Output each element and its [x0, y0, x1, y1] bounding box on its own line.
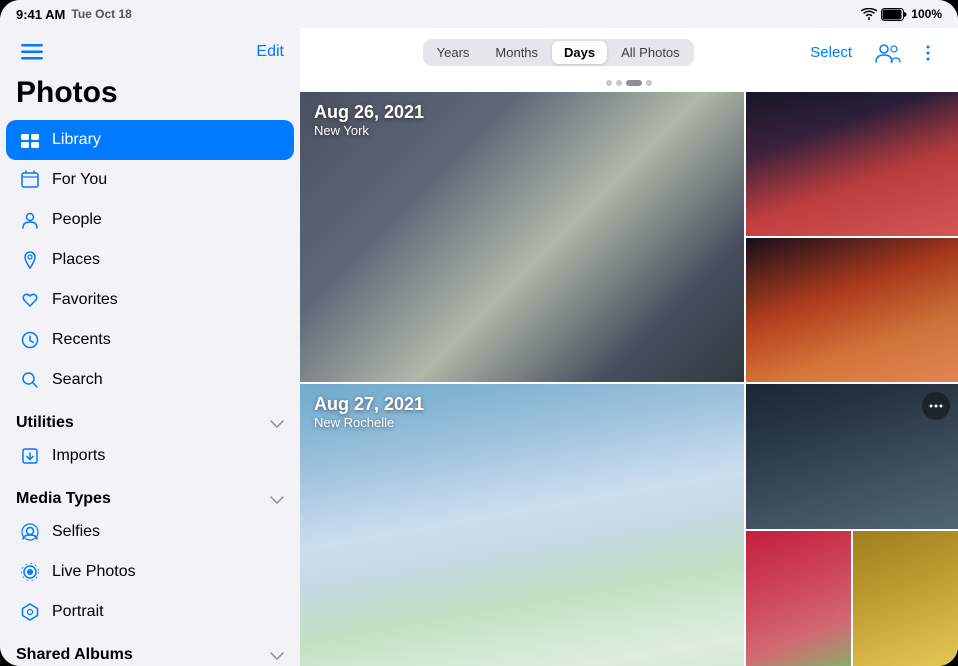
- sidebar-toggle-button[interactable]: [16, 36, 48, 68]
- utilities-section-header[interactable]: Utilities: [0, 400, 300, 436]
- photo-grid[interactable]: Aug 26, 2021 New York: [300, 92, 958, 666]
- photo-cell-p5[interactable]: [746, 384, 958, 529]
- status-right: 100%: [861, 7, 942, 21]
- tab-days[interactable]: Days: [552, 41, 607, 64]
- favorites-icon: [18, 288, 42, 312]
- photo-overlay-7: [853, 531, 958, 666]
- photo-overlay-2: [746, 92, 958, 236]
- selfies-icon: [18, 520, 42, 544]
- right-col-1: [746, 92, 958, 382]
- for-you-label: For You: [52, 171, 107, 189]
- more-button[interactable]: [914, 39, 942, 67]
- shared-albums-chevron: [270, 647, 284, 663]
- for-you-icon: [18, 168, 42, 192]
- portrait-label: Portrait: [52, 603, 104, 621]
- sidebar-item-library[interactable]: Library: [6, 120, 294, 160]
- recents-icon: [18, 328, 42, 352]
- library-icon: [18, 128, 42, 152]
- section-location-1: New York: [314, 123, 424, 138]
- places-icon: [18, 248, 42, 272]
- search-icon: [18, 368, 42, 392]
- sidebar-item-people[interactable]: People: [6, 200, 294, 240]
- media-types-section-header[interactable]: Media Types: [0, 476, 300, 512]
- shared-albums-title: Shared Albums: [16, 646, 133, 664]
- photo-section-aug26: Aug 26, 2021 New York: [300, 92, 958, 382]
- section-date-2: Aug 27, 2021: [314, 394, 424, 415]
- section-date-1: Aug 26, 2021: [314, 102, 424, 123]
- wifi-icon: [861, 8, 877, 20]
- utilities-title: Utilities: [16, 414, 74, 432]
- select-button[interactable]: Select: [800, 40, 862, 65]
- status-left: 9:41 AM Tue Oct 18: [16, 7, 132, 22]
- people-button[interactable]: [872, 37, 904, 69]
- sidebar-item-selfies[interactable]: Selfies: [6, 512, 294, 552]
- content-area: Years Months Days All Photos Select: [300, 28, 958, 666]
- recents-label: Recents: [52, 331, 111, 349]
- imports-label: Imports: [52, 447, 105, 465]
- selfies-label: Selfies: [52, 523, 100, 541]
- dot-1: [606, 80, 612, 86]
- photo-cell-p6[interactable]: [746, 531, 851, 666]
- favorites-label: Favorites: [52, 291, 118, 309]
- battery-icon: [881, 8, 907, 21]
- status-bar: 9:41 AM Tue Oct 18 100%: [0, 0, 958, 28]
- sidebar-item-imports[interactable]: Imports: [6, 436, 294, 476]
- library-label: Library: [52, 131, 101, 149]
- dot-active: [626, 80, 642, 86]
- tab-group: Years Months Days All Photos: [423, 39, 694, 66]
- shared-albums-section-header[interactable]: Shared Albums: [0, 632, 300, 666]
- section-date-overlay-1: Aug 26, 2021 New York: [314, 102, 424, 138]
- photo-cell-p2[interactable]: [746, 92, 958, 236]
- status-date: Tue Oct 18: [71, 7, 131, 21]
- dots-indicator: [300, 76, 958, 90]
- tab-months[interactable]: Months: [483, 41, 550, 64]
- section-date-overlay-2: Aug 27, 2021 New Rochelle: [314, 394, 424, 430]
- main-layout: Edit Photos Library: [0, 28, 958, 666]
- sidebar-item-favorites[interactable]: Favorites: [6, 280, 294, 320]
- sidebar-header: Edit: [0, 28, 300, 72]
- sidebar: Edit Photos Library: [0, 28, 300, 666]
- top-bar: Years Months Days All Photos Select: [300, 28, 958, 78]
- dot-2: [616, 80, 622, 86]
- people-label: People: [52, 211, 102, 229]
- sidebar-title: Photos: [0, 72, 300, 120]
- places-label: Places: [52, 251, 100, 269]
- live-photos-label: Live Photos: [52, 563, 136, 581]
- status-time: 9:41 AM: [16, 7, 65, 22]
- sidebar-item-places[interactable]: Places: [6, 240, 294, 280]
- media-types-title: Media Types: [16, 490, 111, 508]
- edit-button[interactable]: Edit: [256, 43, 284, 61]
- tab-all-photos[interactable]: All Photos: [609, 41, 692, 64]
- portrait-icon: [18, 600, 42, 624]
- sidebar-item-recents[interactable]: Recents: [6, 320, 294, 360]
- right-col-2: [746, 384, 958, 666]
- sidebar-item-live-photos[interactable]: Live Photos: [6, 552, 294, 592]
- bottom-small-row: [746, 531, 958, 666]
- media-types-chevron: [270, 491, 284, 507]
- live-photos-icon: [18, 560, 42, 584]
- section-location-2: New Rochelle: [314, 415, 424, 430]
- sidebar-item-search[interactable]: Search: [6, 360, 294, 400]
- photo-section-aug27: Aug 27, 2021 New Rochelle: [300, 384, 958, 666]
- people-icon: [18, 208, 42, 232]
- photo-overlay-6: [746, 531, 851, 666]
- device-frame: 9:41 AM Tue Oct 18 100%: [0, 0, 958, 666]
- top-bar-right: Select: [800, 37, 942, 69]
- more-overlay-5[interactable]: [922, 392, 950, 420]
- sidebar-item-for-you[interactable]: For You: [6, 160, 294, 200]
- battery-pct: 100%: [911, 7, 942, 21]
- photo-overlay-3: [746, 238, 958, 382]
- search-label: Search: [52, 371, 103, 389]
- utilities-chevron: [270, 415, 284, 431]
- photo-cell-p7[interactable]: [853, 531, 958, 666]
- tab-years[interactable]: Years: [425, 41, 482, 64]
- photo-cell-p3[interactable]: [746, 238, 958, 382]
- dot-3: [646, 80, 652, 86]
- imports-icon: [18, 444, 42, 468]
- sidebar-item-portrait[interactable]: Portrait: [6, 592, 294, 632]
